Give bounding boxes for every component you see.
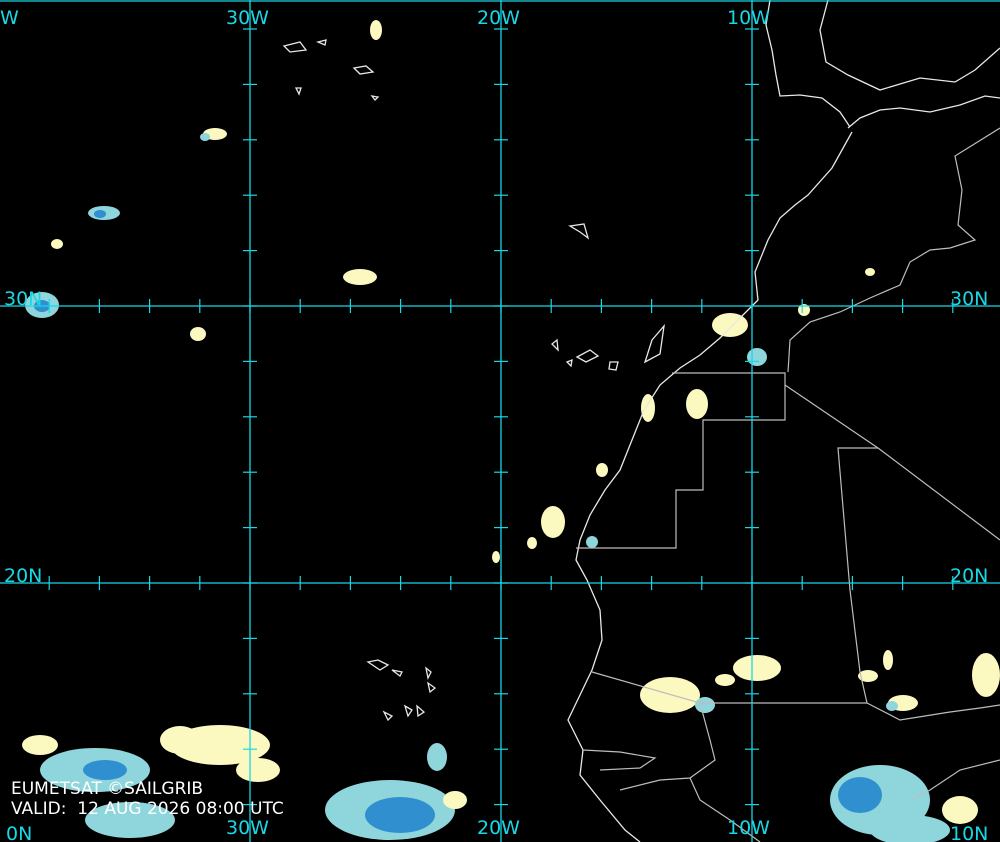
lat-label-10n-right: 10N [950,823,988,842]
lat-label-30n-right: 30N [950,288,988,310]
lon-label-edge: W [0,7,19,29]
lon-label-30w: 30W [226,7,269,29]
imagery-credit: EUMETSAT ©SAILGRIB [11,779,204,799]
lon-label-30w-bottom: 30W [226,817,269,839]
lon-label-20w: 20W [477,7,520,29]
satellite-map: W 30W 20W 10W 20W 10W 30W 30N 30N 20N 20… [0,0,1000,842]
lon-label-10w: 10W [727,7,770,29]
lat-label-20n-right: 20N [950,565,988,587]
lon-label-20w-bottom: 20W [477,817,520,839]
valid-time: VALID: 12 AUG 2026 08:00 UTC [11,799,284,819]
lat-label-20n-left: 20N [4,565,42,587]
lon-label-10w-bottom: 10W [727,817,770,839]
lat-label-30n-left: 30N [4,288,42,310]
lat-label-10n-left: 0N [6,823,32,842]
